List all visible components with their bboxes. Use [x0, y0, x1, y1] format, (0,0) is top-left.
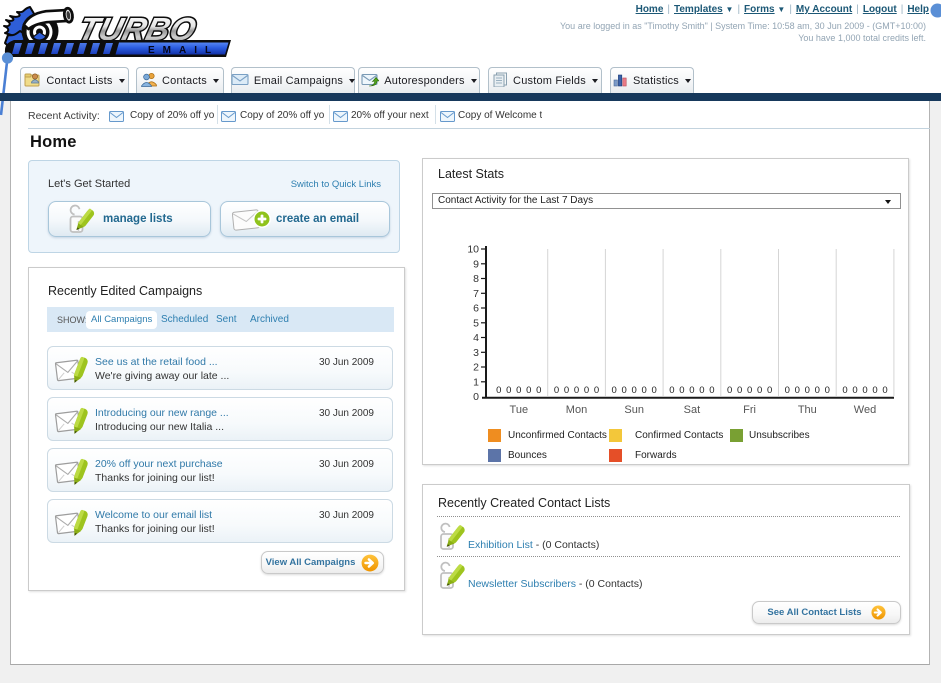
svg-text:0: 0	[632, 385, 637, 396]
svg-text:7: 7	[473, 288, 479, 300]
svg-text:0: 0	[872, 385, 877, 396]
svg-text:8: 8	[473, 273, 479, 285]
svg-text:0: 0	[594, 385, 599, 396]
svg-text:4: 4	[473, 332, 479, 344]
svg-text:0: 0	[652, 385, 657, 396]
svg-text:0: 0	[805, 385, 810, 396]
svg-text:Wed: Wed	[854, 404, 876, 416]
svg-text:0: 0	[536, 385, 541, 396]
svg-text:EMAIL: EMAIL	[148, 45, 219, 56]
svg-text:0: 0	[473, 391, 479, 403]
svg-text:0: 0	[747, 385, 752, 396]
svg-text:0: 0	[767, 385, 772, 396]
svg-text:0: 0	[496, 385, 501, 396]
svg-text:Mon: Mon	[566, 404, 587, 416]
svg-text:0: 0	[842, 385, 847, 396]
svg-text:0: 0	[506, 385, 511, 396]
svg-text:Tue: Tue	[510, 404, 529, 416]
svg-text:0: 0	[737, 385, 742, 396]
svg-text:0: 0	[642, 385, 647, 396]
svg-text:0: 0	[727, 385, 732, 396]
svg-text:10: 10	[467, 244, 479, 256]
svg-text:0: 0	[564, 385, 569, 396]
svg-text:0: 0	[882, 385, 887, 396]
svg-text:0: 0	[862, 385, 867, 396]
svg-text:5: 5	[473, 317, 479, 329]
svg-text:0: 0	[612, 385, 617, 396]
svg-text:0: 0	[785, 385, 790, 396]
svg-text:0: 0	[584, 385, 589, 396]
svg-text:0: 0	[669, 385, 674, 396]
svg-text:9: 9	[473, 258, 479, 270]
svg-text:0: 0	[622, 385, 627, 396]
svg-text:0: 0	[679, 385, 684, 396]
svg-text:0: 0	[516, 385, 521, 396]
svg-text:3: 3	[473, 347, 479, 359]
svg-text:0: 0	[574, 385, 579, 396]
svg-text:Thu: Thu	[798, 404, 817, 416]
svg-text:0: 0	[795, 385, 800, 396]
svg-text:0: 0	[526, 385, 531, 396]
svg-text:0: 0	[757, 385, 762, 396]
svg-text:1: 1	[473, 376, 479, 388]
svg-text:0: 0	[825, 385, 830, 396]
svg-text:Sat: Sat	[684, 404, 701, 416]
svg-text:Fri: Fri	[743, 404, 756, 416]
svg-text:6: 6	[473, 303, 479, 315]
svg-text:0: 0	[554, 385, 559, 396]
svg-text:Sun: Sun	[624, 404, 644, 416]
svg-text:0: 0	[815, 385, 820, 396]
svg-text:0: 0	[699, 385, 704, 396]
svg-text:2: 2	[473, 362, 479, 374]
svg-text:0: 0	[689, 385, 694, 396]
svg-text:0: 0	[852, 385, 857, 396]
svg-text:0: 0	[709, 385, 714, 396]
